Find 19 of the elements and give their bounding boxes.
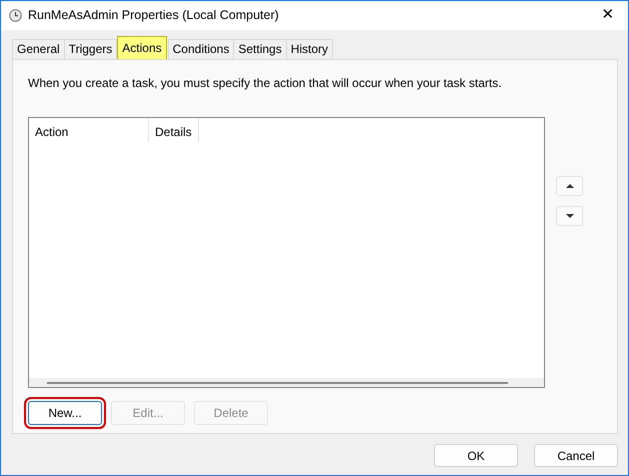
- close-button[interactable]: ✕: [588, 1, 628, 30]
- cancel-button[interactable]: Cancel: [534, 444, 618, 467]
- down-arrow-icon: [566, 214, 574, 218]
- tab[interactable]: Triggers: [64, 39, 118, 59]
- column-header[interactable]: Details: [149, 118, 199, 142]
- clock-icon: [9, 9, 22, 22]
- tab[interactable]: General: [12, 39, 65, 59]
- up-arrow-icon: [566, 184, 574, 188]
- tab[interactable]: Conditions: [168, 39, 234, 59]
- tab[interactable]: Actions: [117, 36, 167, 59]
- window-title: RunMeAsAdmin Properties (Local Computer): [28, 7, 280, 24]
- move-up-button[interactable]: [556, 176, 583, 196]
- ok-button[interactable]: OK: [434, 444, 518, 467]
- column-header[interactable]: Action: [29, 118, 149, 142]
- tab[interactable]: History: [286, 39, 334, 59]
- move-down-button[interactable]: [556, 206, 583, 226]
- scrollbar-thumb[interactable]: [47, 382, 508, 384]
- actions-list[interactable]: Action Details: [28, 117, 545, 388]
- description-text: When you create a task, you must specify the action that will occur when your task starts.: [28, 75, 503, 92]
